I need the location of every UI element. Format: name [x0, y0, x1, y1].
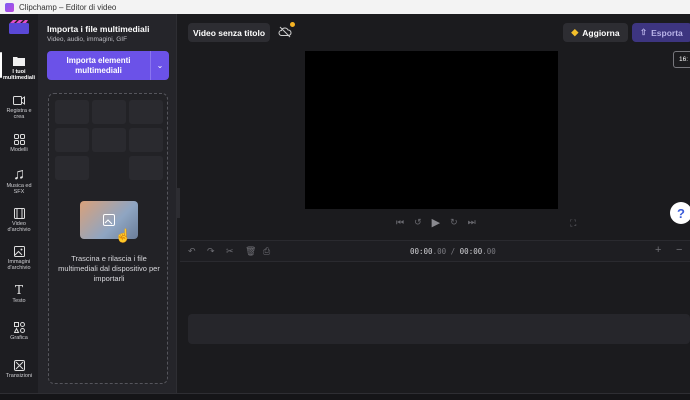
upload-icon: ⇧: [640, 27, 648, 37]
sidebar-item-transitions[interactable]: Transizioni: [0, 359, 38, 379]
sidebar-rail: I tuoi multimediali Registra e crea Mode…: [0, 14, 38, 400]
rewind-5-icon[interactable]: ↺: [414, 217, 422, 228]
sidebar-item-label: Modelli: [10, 147, 28, 153]
fullscreen-icon[interactable]: ⛶: [570, 218, 576, 229]
time-separator: /: [446, 247, 460, 256]
video-title-button[interactable]: Video senza titolo: [188, 23, 270, 42]
sidebar-item-label: Testo: [12, 298, 26, 304]
folder-icon: [13, 55, 26, 67]
media-panel: Importa i file multimediali Video, audio…: [38, 14, 177, 400]
sidebar-item-label: Immagini d'archivio: [7, 259, 31, 271]
camera-icon: [13, 94, 26, 106]
chevron-down-icon[interactable]: ⌄: [151, 51, 169, 80]
clipchamp-logo-icon: [9, 20, 29, 34]
timeline-timecode: 00:00.00 / 00:00.00: [410, 247, 496, 256]
redo-icon[interactable]: ↷: [207, 246, 215, 257]
music-icon: ♫: [13, 166, 25, 183]
upgrade-label: Aggiorna: [582, 27, 620, 38]
premium-badge-icon: [290, 22, 295, 27]
scissors-icon[interactable]: ✂: [226, 246, 234, 257]
zoom-in-icon[interactable]: +: [655, 244, 661, 256]
upgrade-button[interactable]: ◆ Aggiorna: [563, 23, 628, 42]
image-icon: [13, 245, 26, 257]
hand-cursor-icon: ☝: [115, 228, 132, 243]
help-button[interactable]: ?: [670, 202, 690, 224]
panel-title: Importa i file multimediali: [47, 24, 150, 34]
total-time-fraction: .00: [482, 247, 496, 256]
sidebar-item-graphics[interactable]: Grafica: [0, 321, 38, 341]
sidebar-item-stock-video[interactable]: Video d'archivio: [0, 207, 38, 233]
total-time: 00:00: [459, 247, 483, 256]
export-label: Esporta: [651, 27, 683, 38]
current-time-fraction: .00: [432, 247, 447, 256]
current-time: 00:00: [410, 247, 433, 256]
cloud-sync-off-icon[interactable]: [278, 25, 292, 39]
sidebar-item-your-media[interactable]: I tuoi multimediali: [0, 52, 38, 81]
sidebar-item-music[interactable]: ♫ Musica ed SFX: [0, 166, 38, 195]
zoom-out-icon[interactable]: −: [676, 244, 682, 256]
film-icon: [13, 207, 26, 219]
forward-5-icon[interactable]: ↻: [450, 217, 458, 228]
transitions-icon: [13, 359, 26, 371]
sidebar-item-label: Grafica: [10, 335, 28, 341]
window-title: Clipchamp – Editor di video: [19, 2, 117, 12]
media-drop-zone[interactable]: ☝ Trascina e rilascia i file multimedial…: [48, 93, 168, 384]
trash-icon[interactable]: 🗑: [245, 246, 256, 257]
video-preview: [305, 51, 558, 209]
export-button[interactable]: ⇧ Esporta: [632, 23, 690, 42]
graphics-icon: [13, 321, 26, 333]
undo-icon[interactable]: ↶: [188, 246, 196, 257]
save-media-icon[interactable]: ⎙: [263, 246, 270, 257]
skip-end-icon[interactable]: ⏭: [468, 217, 476, 228]
clipchamp-app-icon: [5, 2, 14, 12]
diamond-icon: ◆: [571, 27, 579, 37]
panel-subtitle: Video, audio, immagini, GIF: [47, 36, 128, 43]
sidebar-item-label: Transizioni: [5, 373, 33, 379]
sidebar-item-label: Musica ed SFX: [6, 183, 32, 195]
skip-start-icon[interactable]: ⏮: [396, 217, 404, 228]
sidebar-item-templates[interactable]: Modelli: [0, 133, 38, 153]
sidebar-item-text[interactable]: T Testo: [0, 283, 38, 304]
bottom-scrollbar[interactable]: [0, 393, 690, 400]
sidebar-item-stock-images[interactable]: Immagini d'archivio: [0, 245, 38, 271]
sidebar-item-label: Video d'archivio: [7, 221, 31, 233]
import-media-button[interactable]: Importa elementi multimediali: [47, 51, 151, 80]
player-controls: ⏮ ↺ ▶ ↻ ⏭: [396, 216, 476, 229]
import-media-button-group: Importa elementi multimediali ⌄: [47, 51, 169, 80]
timeline-track[interactable]: [188, 314, 690, 344]
sidebar-item-record[interactable]: Registra e crea: [0, 94, 38, 120]
sidebar-item-label: Registra e crea: [6, 108, 32, 120]
aspect-ratio-button[interactable]: 16:: [673, 51, 690, 68]
play-icon[interactable]: ▶: [432, 216, 440, 229]
templates-icon: [13, 133, 26, 145]
drop-zone-text: Trascina e rilascia i file multimediali …: [58, 254, 160, 283]
sidebar-item-label: I tuoi multimediali: [2, 69, 36, 81]
title-bar: Clipchamp – Editor di video: [0, 0, 690, 14]
text-icon: T: [14, 283, 23, 297]
